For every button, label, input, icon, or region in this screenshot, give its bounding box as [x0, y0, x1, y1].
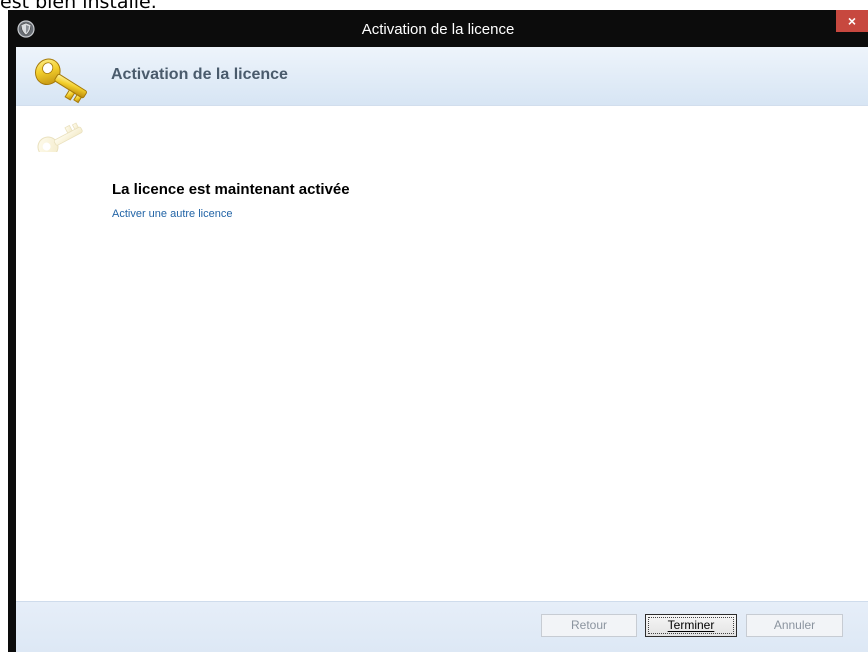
- dialog-footer: Retour Terminer Annuler: [16, 601, 868, 652]
- window-title: Activation de la licence: [361, 21, 515, 38]
- activation-status-heading: La licence est maintenant activée: [112, 181, 350, 198]
- finish-button[interactable]: Terminer: [645, 614, 737, 637]
- close-icon: ×: [847, 13, 857, 29]
- back-button[interactable]: Retour: [541, 614, 637, 637]
- dialog-header: Activation de la licence: [16, 47, 868, 106]
- dialog-client-area: Activation de la licence La licence est …: [16, 47, 868, 652]
- keys-icon: [35, 58, 87, 152]
- finish-button-label: Terminer: [667, 618, 715, 632]
- license-activation-window: Activation de la licence × Activation de…: [8, 10, 868, 652]
- title-bar[interactable]: Activation de la licence ×: [8, 10, 868, 47]
- screenshot: est bien installé. Activation de la lice…: [0, 0, 868, 652]
- close-button[interactable]: ×: [836, 10, 868, 32]
- activate-another-license-link[interactable]: Activer une autre licence: [112, 208, 232, 220]
- header-title: Activation de la licence: [111, 66, 288, 83]
- cancel-button[interactable]: Annuler: [746, 614, 843, 637]
